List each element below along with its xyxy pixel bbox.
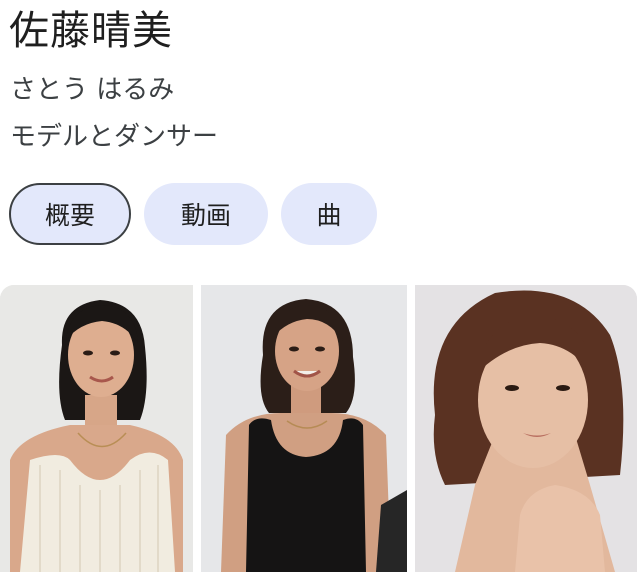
entity-title: 佐藤晴美 — [9, 8, 173, 54]
portrait-photo-1[interactable] — [0, 285, 193, 572]
chip-videos[interactable]: 動画 — [144, 183, 268, 245]
chip-songs[interactable]: 曲 — [281, 183, 377, 245]
entity-description: モデルとダンサー — [10, 122, 219, 152]
chip-overview[interactable]: 概要 — [9, 183, 131, 245]
portrait-photo-3[interactable] — [415, 285, 637, 572]
portrait-photo-2[interactable] — [201, 285, 407, 572]
entity-reading: さとう はるみ — [10, 75, 175, 105]
chip-row: 概要 動画 曲 — [9, 183, 377, 245]
